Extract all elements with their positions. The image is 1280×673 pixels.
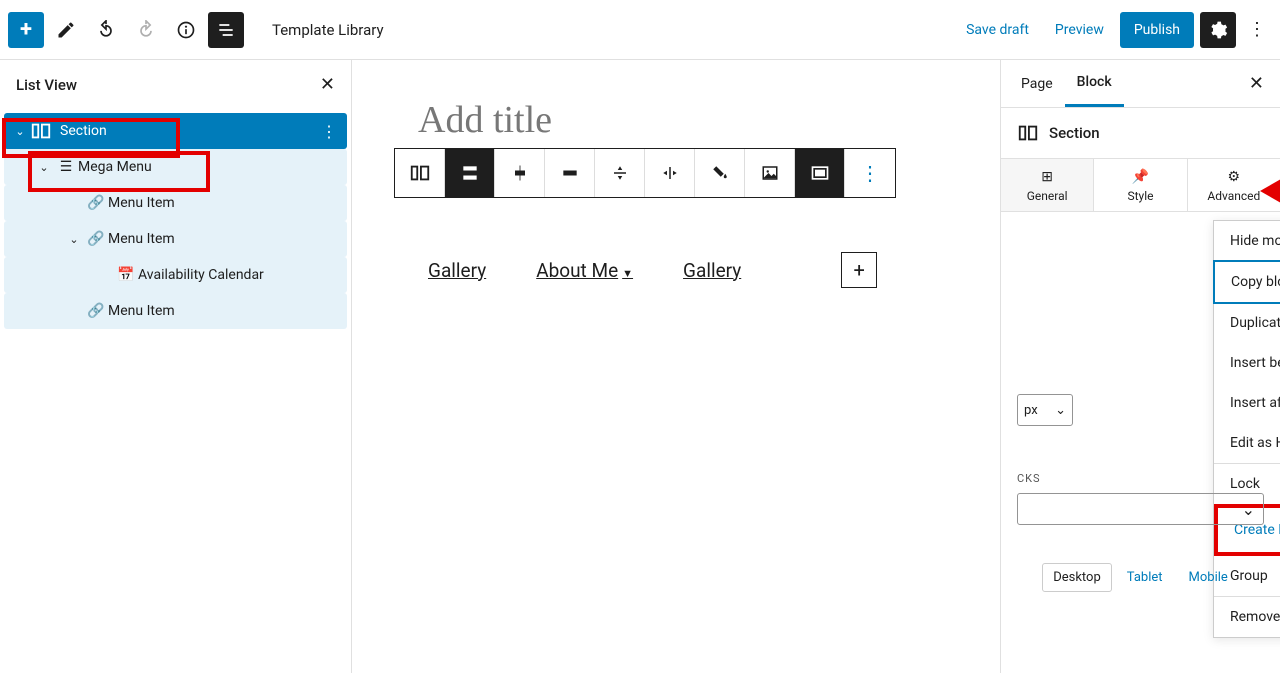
section-icon <box>409 162 431 184</box>
close-sidebar-button[interactable]: ✕ <box>1241 73 1272 94</box>
fullwidth-icon <box>810 163 830 183</box>
undo-button[interactable] <box>88 12 124 48</box>
valign-button[interactable] <box>595 149 645 197</box>
link-icon: 🔗 <box>84 195 108 211</box>
list-view-panel: List View ✕ ⌄ Section ⋮ ⌄ ☰ Mega Menu 🔗 … <box>0 60 352 673</box>
tree-label: Mega Menu <box>78 159 152 175</box>
nav-item[interactable]: Gallery <box>683 259 741 282</box>
chevron-down-icon[interactable]: ⌄ <box>34 161 54 174</box>
menu-icon: ☰ <box>54 159 78 175</box>
block-card: Section <box>1001 108 1280 159</box>
top-toolbar: + Template Library Save draft Preview Pu… <box>0 0 1280 60</box>
edit-button[interactable] <box>48 12 84 48</box>
block-toolbar: ⋮ <box>394 148 896 198</box>
tree-item-menuitem[interactable]: ⌄ 🔗 Menu Item <box>4 221 347 257</box>
link-icon: 🔗 <box>84 231 108 247</box>
device-tab-tablet[interactable]: Tablet <box>1116 563 1174 592</box>
align-center-icon <box>510 163 530 183</box>
align-center-button[interactable] <box>495 149 545 197</box>
halign-icon <box>661 164 679 182</box>
panel-tab-general[interactable]: ⊞ General <box>1001 159 1094 211</box>
publish-button[interactable]: Publish <box>1120 12 1194 48</box>
tree-label: Menu Item <box>108 303 175 319</box>
tree-label: Menu Item <box>108 231 175 247</box>
image-icon <box>761 164 779 182</box>
redo-icon <box>136 20 156 40</box>
tree-item-menuitem[interactable]: 🔗 Menu Item <box>4 293 347 329</box>
info-icon <box>176 20 196 40</box>
listview-toggle-button[interactable] <box>208 12 244 48</box>
chevron-down-icon: ⌄ <box>1055 403 1066 418</box>
block-tree: ⌄ Section ⋮ ⌄ ☰ Mega Menu 🔗 Menu Item ⌄ … <box>0 109 351 333</box>
title-placeholder[interactable]: Add title <box>418 98 960 142</box>
align-full-icon <box>460 163 480 183</box>
add-block-button[interactable]: + <box>8 12 44 48</box>
settings-sidebar: Page Block ✕ Section ⊞ General 📌 Style ⚙… <box>1000 60 1280 673</box>
align-full-button[interactable] <box>445 149 495 197</box>
link-icon: 🔗 <box>84 303 108 319</box>
tree-item-section[interactable]: ⌄ Section ⋮ <box>4 113 347 149</box>
annotation-arrow <box>1260 166 1280 216</box>
responsive-tabs: Desktop Tablet Mobile <box>1017 563 1264 592</box>
list-view-title: List View <box>16 76 77 94</box>
chevron-down-icon[interactable]: ⌄ <box>10 125 30 138</box>
settings-button[interactable] <box>1200 12 1236 48</box>
tab-block[interactable]: Block <box>1065 60 1124 107</box>
valign-icon <box>611 164 629 182</box>
info-button[interactable] <box>168 12 204 48</box>
save-draft-button[interactable]: Save draft <box>956 14 1039 46</box>
tree-item-calendar[interactable]: 📅 Availability Calendar <box>4 257 347 293</box>
preview-button[interactable]: Preview <box>1045 14 1114 46</box>
device-tab-mobile[interactable]: Mobile <box>1178 563 1239 592</box>
nav-item[interactable]: About Me▼ <box>536 259 633 282</box>
select-input[interactable]: ⌄ <box>1017 493 1264 525</box>
fullwidth-button[interactable] <box>795 149 845 197</box>
panel-tab-style[interactable]: 📌 Style <box>1094 159 1187 211</box>
tree-label: Section <box>60 123 107 139</box>
align-wide-icon <box>560 163 580 183</box>
toolbar-left: + Template Library <box>8 12 384 48</box>
block-more-button[interactable]: ⋮ <box>845 149 895 197</box>
block-type-button[interactable] <box>395 149 445 197</box>
sliders-icon: ⊞ <box>1001 169 1093 185</box>
tree-item-menu-button[interactable]: ⋮ <box>321 122 337 141</box>
list-icon <box>216 20 236 40</box>
redo-button[interactable] <box>128 12 164 48</box>
align-wide-button[interactable] <box>545 149 595 197</box>
tree-label: Availability Calendar <box>138 267 264 283</box>
document-title: Template Library <box>272 21 384 39</box>
gear-icon <box>1208 20 1228 40</box>
section-icon <box>1017 122 1039 144</box>
tab-page[interactable]: Page <box>1009 62 1065 106</box>
undo-icon <box>96 20 116 40</box>
editor-canvas: Add title <box>352 60 1000 673</box>
tree-label: Menu Item <box>108 195 175 211</box>
add-menu-item-button[interactable]: + <box>841 252 877 288</box>
more-menu-button[interactable]: ⋮ <box>1242 19 1272 40</box>
dimension-row: px ⌄ <box>1017 394 1264 426</box>
nav-item[interactable]: Gallery <box>428 259 486 282</box>
mega-menu-preview: Gallery About Me▼ Gallery + <box>428 252 960 288</box>
chevron-down-icon: ⌄ <box>1242 500 1255 519</box>
unit-select[interactable]: px ⌄ <box>1017 394 1073 426</box>
paint-icon <box>711 164 729 182</box>
pencil-icon <box>56 20 76 40</box>
calendar-icon: 📅 <box>114 267 138 283</box>
halign-button[interactable] <box>645 149 695 197</box>
device-tab-desktop[interactable]: Desktop <box>1042 563 1112 592</box>
chevron-down-icon: ▼ <box>622 267 633 280</box>
pin-icon: 📌 <box>1094 169 1186 185</box>
block-name: Section <box>1049 124 1100 142</box>
close-list-view-button[interactable]: ✕ <box>320 74 335 95</box>
field-label-partial: CKS <box>1017 472 1264 485</box>
tree-item-megamenu[interactable]: ⌄ ☰ Mega Menu <box>4 149 347 185</box>
section-icon <box>30 120 52 142</box>
image-button[interactable] <box>745 149 795 197</box>
tree-item-menuitem[interactable]: 🔗 Menu Item <box>4 185 347 221</box>
color-button[interactable] <box>695 149 745 197</box>
chevron-down-icon[interactable]: ⌄ <box>64 233 84 246</box>
toolbar-right: Save draft Preview Publish ⋮ <box>956 12 1272 48</box>
